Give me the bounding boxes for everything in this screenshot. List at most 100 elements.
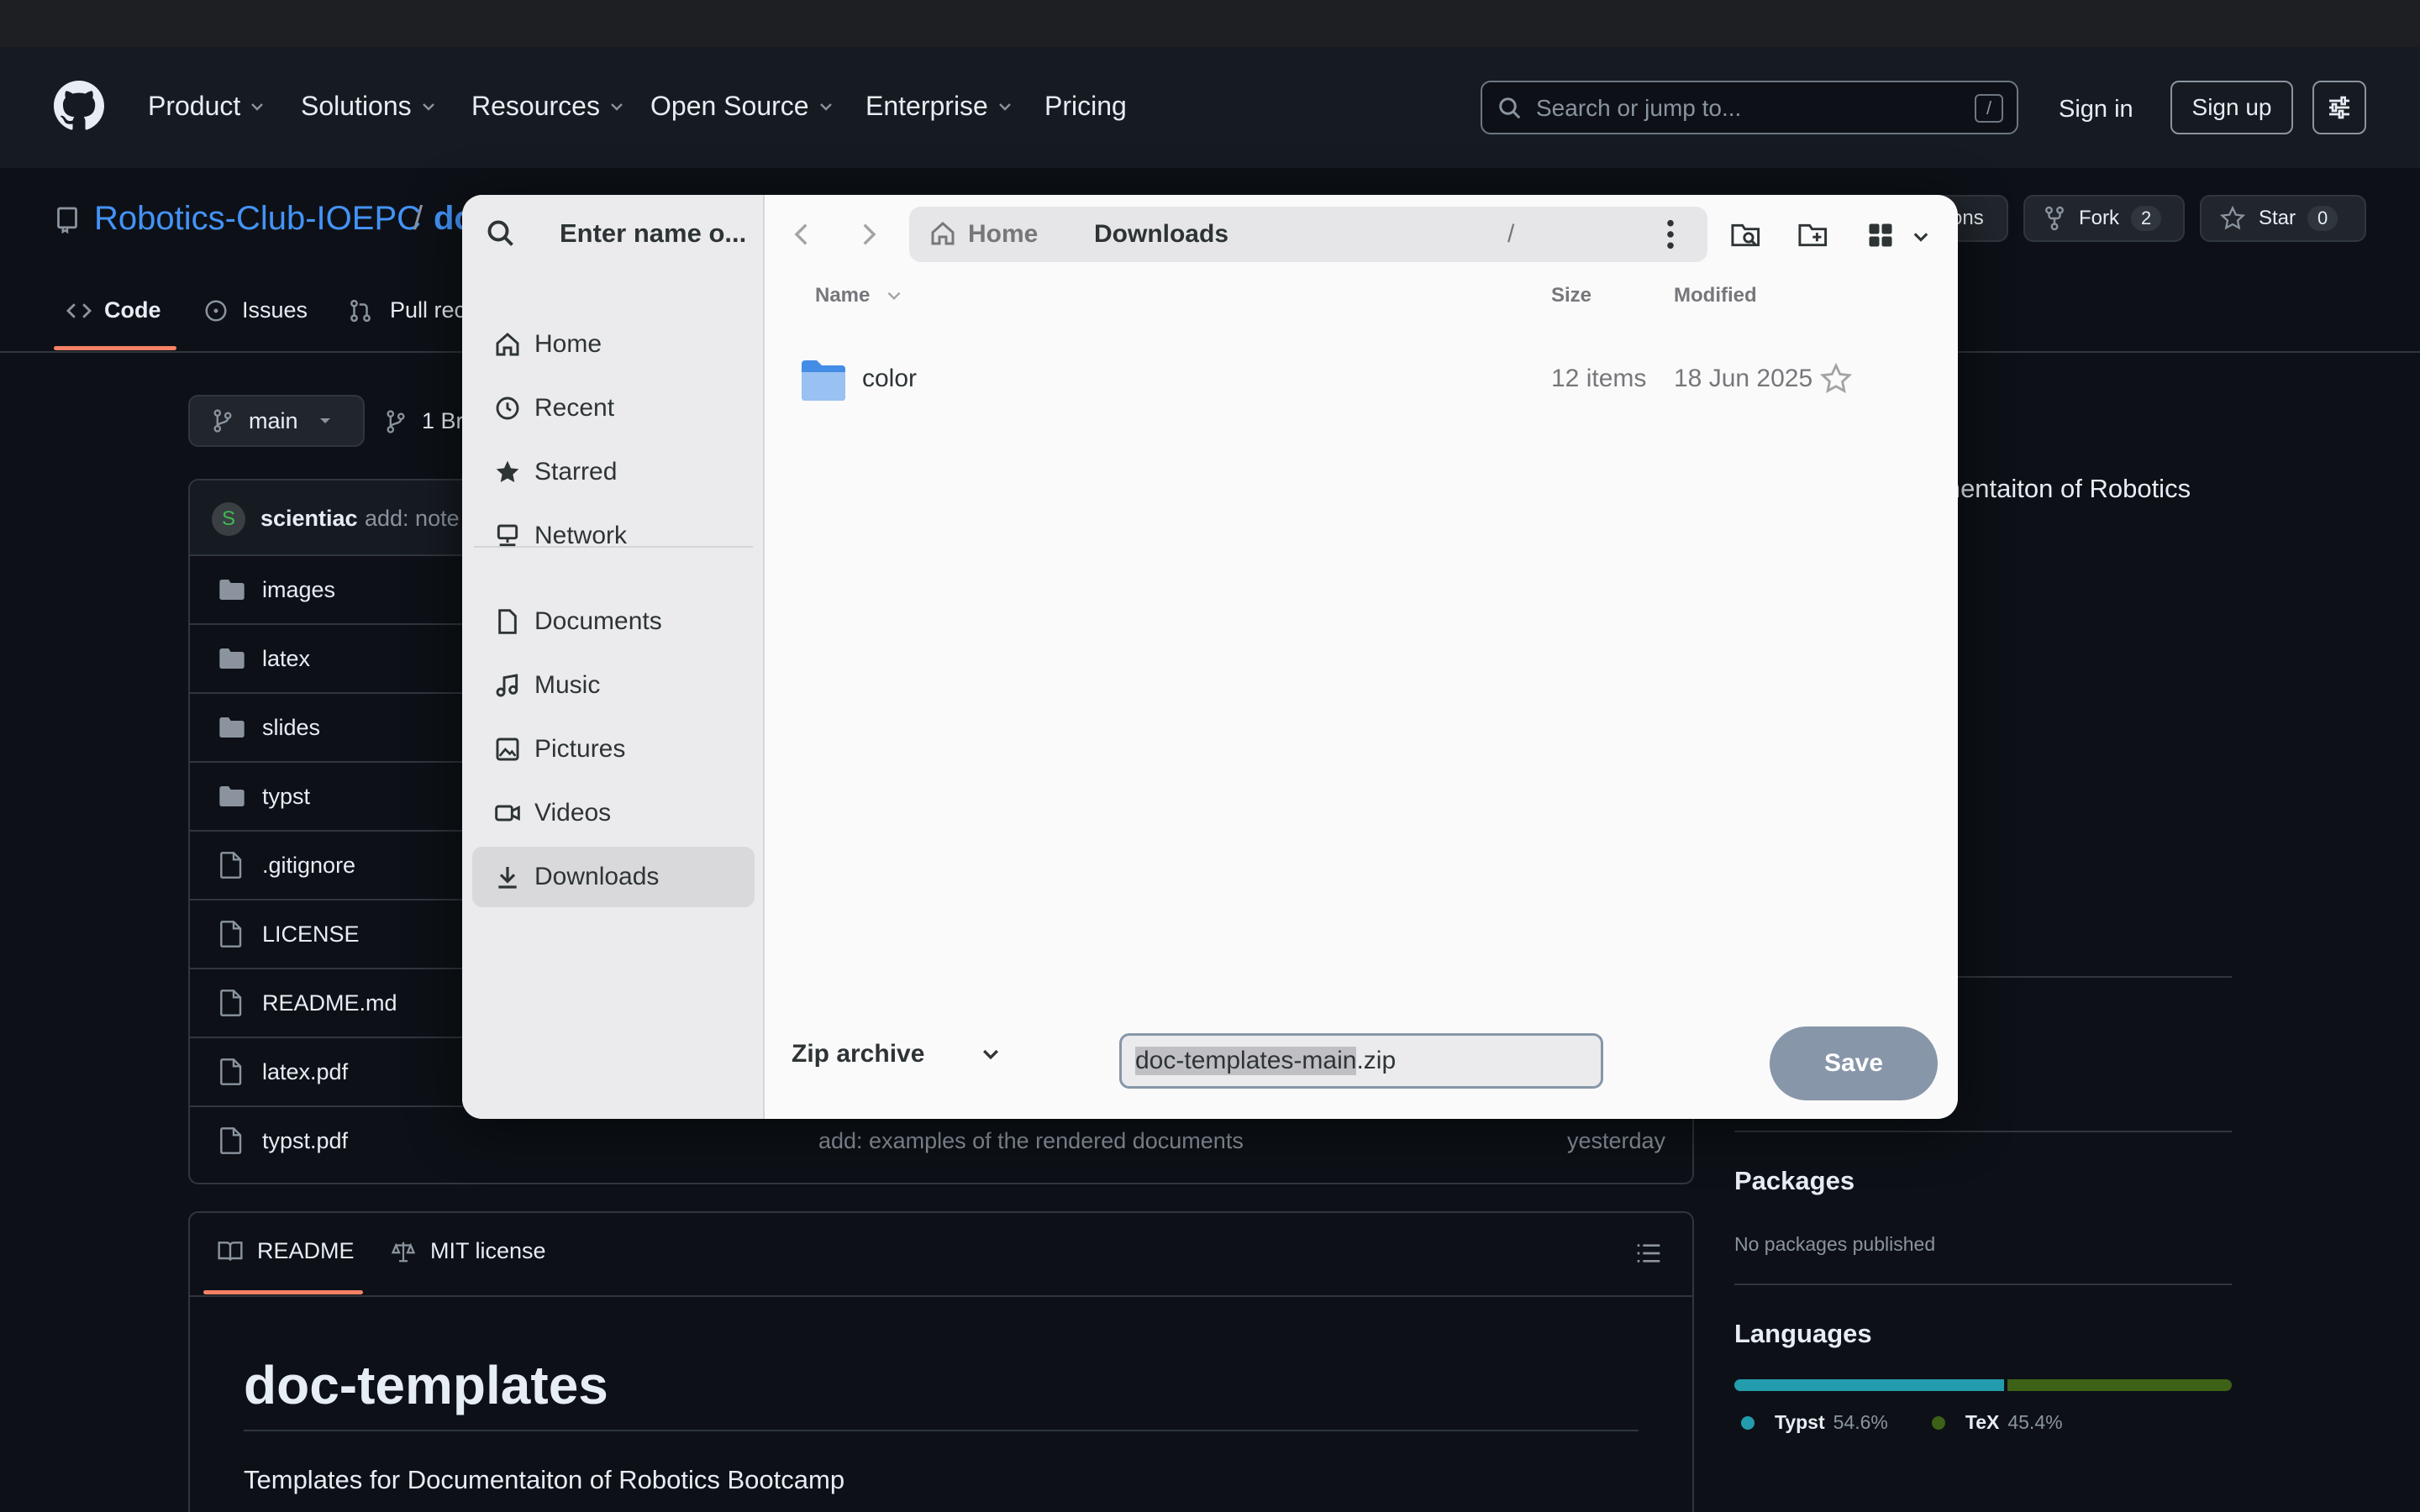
list-item[interactable]: color 12 items 18 Jun 2025 [781, 338, 1941, 422]
new-folder-button[interactable] [1793, 215, 1833, 255]
file-icon-wrap [218, 921, 242, 948]
view-mode-button[interactable] [1860, 215, 1901, 255]
sidebar-item-starred[interactable]: Starred [472, 442, 755, 502]
divider [190, 1295, 1692, 1297]
file-name[interactable]: latex [262, 646, 310, 672]
languages-legend: Typst 54.6% TeX 45.4% [1734, 1411, 2100, 1434]
nav-open-source[interactable]: Open Source [650, 91, 834, 122]
column-modified-header[interactable]: Modified [1674, 284, 1757, 307]
nav-enterprise[interactable]: Enterprise [865, 91, 1013, 122]
tab-readme[interactable]: README [217, 1238, 355, 1264]
chevron-down-icon [251, 102, 264, 111]
nav-pricing[interactable]: Pricing [1044, 91, 1127, 122]
sidebar-item-network[interactable]: Network [472, 506, 755, 566]
folder-icon [219, 786, 245, 806]
repo-owner-link[interactable]: Robotics-Club-IOEPC [94, 200, 421, 238]
language-item[interactable]: TeX 45.4% [1925, 1411, 2063, 1434]
path-downloads-button[interactable]: Downloads [1094, 220, 1228, 249]
sidebar-item-videos[interactable]: Videos [472, 783, 755, 843]
sidebar-item-recent[interactable]: Recent [472, 378, 755, 438]
file-name[interactable]: slides [262, 715, 320, 741]
github-search-input[interactable]: Search or jump to... / [1481, 81, 2018, 134]
column-size-header[interactable]: Size [1551, 284, 1591, 307]
place-icon [494, 459, 521, 486]
nav-product[interactable]: Product [148, 91, 266, 122]
column-name-header[interactable]: Name [815, 284, 903, 307]
file-name[interactable]: typst.pdf [262, 1128, 348, 1154]
sidebar-item-label: Pictures [534, 735, 626, 763]
file-icon [220, 1058, 242, 1085]
language-item[interactable]: Typst 54.6% [1734, 1411, 1888, 1434]
filename-extension: .zip [1356, 1047, 1397, 1074]
star-button[interactable]: Star 0 [2200, 195, 2366, 242]
tab-code[interactable]: Code [66, 297, 161, 323]
file-name[interactable]: README.md [262, 990, 397, 1016]
forward-icon[interactable] [854, 220, 882, 249]
sidebar-item-home[interactable]: Home [472, 314, 755, 375]
language-bar-segment [2007, 1379, 2232, 1391]
branches-count: 1 Br [422, 408, 464, 433]
tab-license[interactable]: MIT license [390, 1238, 546, 1264]
search-icon[interactable] [486, 218, 516, 249]
file-name[interactable]: typst [262, 784, 310, 810]
system-top-bar [0, 0, 2420, 47]
nav-solutions[interactable]: Solutions [301, 91, 437, 122]
save-button[interactable]: Save [1770, 1026, 1938, 1100]
path-home-button[interactable]: Home [968, 220, 1038, 249]
chevron-down-icon [1913, 233, 1928, 242]
more-vertical-icon[interactable] [1664, 218, 1677, 250]
location-search-input[interactable]: Enter name o... [560, 218, 746, 249]
fork-button[interactable]: Fork 2 [2023, 195, 2185, 242]
star-count: 0 [2307, 206, 2338, 231]
pull-request-icon [350, 299, 371, 322]
sort-down-icon [887, 291, 901, 301]
sidebar-item-music[interactable]: Music [472, 655, 755, 716]
sign-in-link[interactable]: Sign in [2059, 96, 2133, 123]
item-name: color [862, 365, 918, 392]
list-outline-icon[interactable] [1635, 1242, 1662, 1265]
branch-selector[interactable]: main [188, 395, 365, 447]
place-icon [494, 864, 521, 890]
sign-up-button[interactable]: Sign up [2170, 81, 2293, 134]
sidebar-item-label: Documents [534, 607, 662, 635]
file-name[interactable]: .gitignore [262, 853, 355, 879]
commit-author[interactable]: scientiac [260, 506, 358, 532]
tab-pull-requests[interactable]: Pull rec [348, 297, 466, 323]
nav-resources[interactable]: Resources [471, 91, 625, 122]
branch-icon [213, 409, 232, 433]
language-bar-segment [1734, 1379, 2005, 1391]
sidebar-item-documents[interactable]: Documents [472, 591, 755, 652]
back-icon[interactable] [788, 220, 817, 249]
sidebar-item-downloads[interactable]: Downloads [472, 847, 755, 907]
file-type-filter[interactable]: Zip archive [792, 1040, 1002, 1068]
folder-new-icon [1798, 223, 1828, 247]
tab-issues[interactable]: Issues [203, 297, 308, 323]
language-percent: 54.6% [1833, 1411, 1888, 1433]
view-options-button[interactable] [1904, 220, 1938, 254]
file-name[interactable]: images [262, 577, 335, 603]
scale-icon [391, 1242, 416, 1262]
sidebar-item-label: Network [534, 522, 628, 549]
folder-icon [219, 580, 245, 600]
file-name[interactable]: latex.pdf [262, 1059, 348, 1085]
filename-input[interactable]: doc-templates-main .zip [1119, 1033, 1603, 1089]
packages-heading[interactable]: Packages [1734, 1166, 1854, 1196]
commit-message[interactable]: add: note [365, 506, 460, 532]
file-name[interactable]: LICENSE [262, 921, 360, 948]
divider [1734, 1131, 2232, 1132]
folder-icon-wrap [218, 578, 245, 601]
languages-bar [1734, 1379, 2232, 1391]
column-name-label: Name [815, 284, 871, 307]
star-label: Star [2259, 207, 2296, 229]
github-logo-icon[interactable] [54, 81, 104, 131]
settings-button[interactable] [2312, 81, 2366, 134]
file-icon-wrap [218, 990, 242, 1016]
search-folder-button[interactable] [1726, 215, 1766, 255]
sidebar-item-pictures[interactable]: Pictures [472, 719, 755, 780]
commit-message[interactable]: add: examples of the rendered documents [818, 1128, 1244, 1154]
star-icon[interactable] [1820, 363, 1852, 395]
branches-link[interactable]: 1 Br [385, 408, 464, 434]
code-icon [66, 302, 92, 318]
video-icon [495, 805, 520, 822]
folder-icon-wrap [218, 647, 245, 670]
